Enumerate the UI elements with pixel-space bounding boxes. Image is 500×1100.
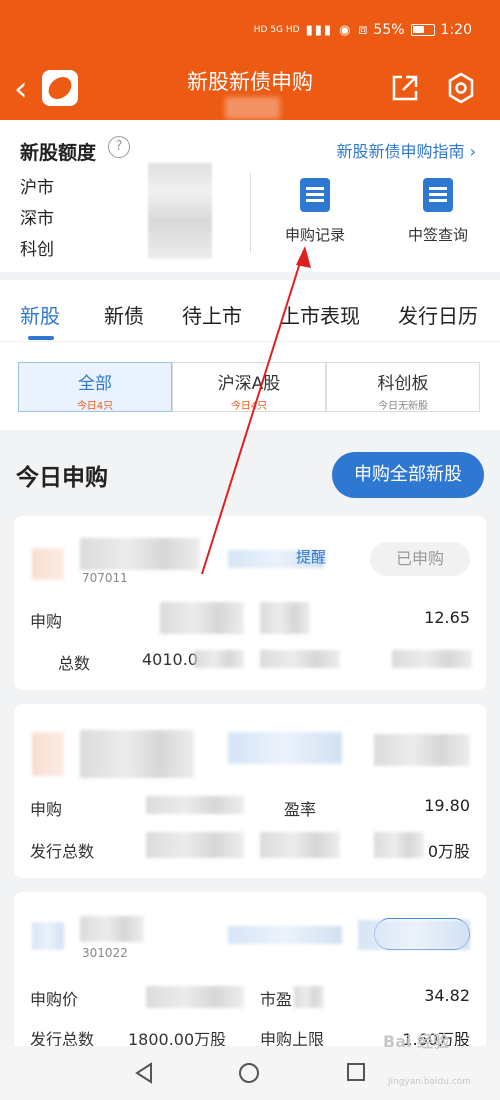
tab-pending-listing[interactable]: 待上市 xyxy=(182,300,242,329)
tab-listing-performance[interactable]: 上市表现 xyxy=(280,300,360,329)
stock-tag-blur xyxy=(32,922,64,950)
limit-blur xyxy=(260,832,340,858)
segment-bar: 全部 今日4只 沪深A股 今日4只 科创板 今日无新股 xyxy=(0,342,500,430)
price-blur xyxy=(146,986,244,1008)
nav-recent-icon[interactable] xyxy=(346,1062,366,1082)
stock-name-blur xyxy=(80,916,144,942)
pe-blur xyxy=(294,986,324,1008)
pe-value: 19.80 xyxy=(424,796,470,815)
stock-code: 301022 xyxy=(82,946,128,960)
tab-new-bond[interactable]: 新债 xyxy=(104,300,144,329)
battery-percent: 55% xyxy=(373,22,405,38)
apply-record-label: 申购记录 xyxy=(284,226,345,244)
tab-new-stock[interactable]: 新股 xyxy=(20,300,60,329)
stock-status-blur xyxy=(374,734,470,766)
guide-link[interactable]: 新股新债申购指南 › xyxy=(337,138,477,162)
nav-home-icon[interactable] xyxy=(238,1062,260,1084)
stock-tag-blur xyxy=(32,548,64,580)
applied-status: 已申购 xyxy=(370,542,470,576)
limit-value-blur xyxy=(392,650,472,668)
market-kc: 科创 xyxy=(20,240,54,260)
lottery-check-icon xyxy=(423,178,453,212)
nav-back-icon[interactable] xyxy=(134,1062,154,1084)
apply-all-button[interactable]: 申购全部新股 xyxy=(332,452,484,498)
limit-blur xyxy=(260,650,340,668)
segment-a-shares[interactable]: 沪深A股 今日4只 xyxy=(172,362,326,412)
total-value: 4010.0 xyxy=(142,650,198,669)
pe-blur xyxy=(260,602,310,634)
status-icons: ▮▮▮ ◉ xyxy=(305,22,353,38)
app-header: HD 5G HD ▮▮▮ ◉ ⧈ 55% 1:20 ‹ 新股新债申购 xyxy=(0,0,500,120)
battery-icon xyxy=(410,24,435,36)
tab-bar: 新股 新债 待上市 上市表现 发行日历 xyxy=(0,280,500,342)
lottery-check-label: 中签查询 xyxy=(407,226,468,244)
price-label: 申购 xyxy=(30,800,63,819)
divider xyxy=(250,173,251,253)
gear-icon[interactable] xyxy=(445,72,477,104)
total-blur xyxy=(194,650,244,668)
price-label: 申购价 xyxy=(30,990,79,1009)
segment-star-market-label: 科创板 xyxy=(377,374,429,394)
segment-all-sub: 今日4只 xyxy=(76,401,114,412)
app-screen: HD 5G HD ▮▮▮ ◉ ⧈ 55% 1:20 ‹ 新股新债申购 新股额度 … xyxy=(0,0,500,1100)
stock-info-blur xyxy=(228,926,342,944)
lottery-check-button[interactable]: 中签查询 xyxy=(398,178,478,245)
quota-values-blur xyxy=(148,163,212,259)
stock-name-blur xyxy=(80,538,200,570)
stock-info-blur xyxy=(228,732,342,764)
price-blur xyxy=(146,796,244,814)
help-icon[interactable]: ? xyxy=(108,136,130,158)
pe-label: 市盈 xyxy=(260,990,293,1009)
system-nav-bar xyxy=(0,1046,500,1100)
tab-issue-calendar[interactable]: 发行日历 xyxy=(398,300,478,329)
clock: 1:20 xyxy=(440,22,472,38)
watermark: Bai 经验 xyxy=(383,1032,450,1051)
page-title: 新股新债申购 xyxy=(187,70,313,94)
apply-record-button[interactable]: 申购记录 xyxy=(275,178,355,245)
segment-all[interactable]: 全部 今日4只 xyxy=(18,362,172,412)
total-blur xyxy=(146,832,244,858)
pe-value: 12.65 xyxy=(424,608,470,627)
quota-title: 新股额度 xyxy=(20,142,97,164)
tab-underline xyxy=(28,336,54,340)
remind-link[interactable]: 提醒 xyxy=(296,546,326,567)
pe-value: 34.82 xyxy=(424,986,470,1005)
segment-a-shares-label: 沪深A股 xyxy=(217,374,281,394)
stock-name-blur xyxy=(80,730,194,778)
price-blur xyxy=(160,602,244,634)
stock-tag-blur xyxy=(32,732,64,776)
vibrate-icon: ⧈ xyxy=(358,22,368,38)
segment-a-shares-sub: 今日4只 xyxy=(230,401,268,412)
share-icon[interactable] xyxy=(390,73,420,103)
stock-code: 707011 xyxy=(82,571,128,585)
today-title: 今日申购 xyxy=(16,465,108,491)
pe-label: 盈率 xyxy=(284,800,317,819)
record-icon xyxy=(300,178,330,212)
segment-star-market-sub: 今日无新股 xyxy=(378,401,428,412)
segment-star-market[interactable]: 科创板 今日无新股 xyxy=(326,362,480,412)
apply-button-blur xyxy=(358,920,470,950)
stock-card-1[interactable]: 707011 提醒 已申购 申购 12.65 总数 4010.0 xyxy=(14,516,486,690)
market-sh: 沪市 xyxy=(20,178,54,198)
network-indicator: HD 5G HD xyxy=(253,24,300,35)
total-value: 0万股 xyxy=(427,842,470,861)
segment-all-label: 全部 xyxy=(78,374,112,394)
stock-card-2[interactable]: 申购 盈率 19.80 发行总数 0万股 xyxy=(14,704,486,878)
total-label: 总数 xyxy=(58,654,91,673)
limit-value-blur xyxy=(374,832,424,858)
status-bar: HD 5G HD ▮▮▮ ◉ ⧈ 55% 1:20 xyxy=(254,22,472,38)
market-sz: 深市 xyxy=(20,209,54,229)
total-label: 发行总数 xyxy=(30,842,95,861)
watermark-url: jingyan.baidu.com xyxy=(388,1077,472,1087)
title-blur xyxy=(225,97,280,119)
price-label: 申购 xyxy=(30,612,63,631)
